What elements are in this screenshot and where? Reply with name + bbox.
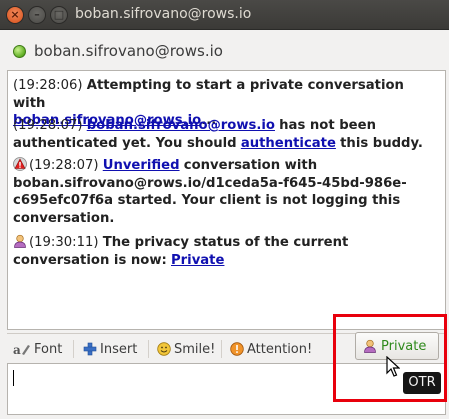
minimize-window-button[interactable]: – <box>28 6 46 24</box>
svg-text:a: a <box>13 343 21 356</box>
private-status-link[interactable]: Private <box>171 253 224 268</box>
online-status-icon <box>13 45 26 58</box>
buddy-name: boban.sifrovano@rows.io <box>34 42 223 60</box>
unverified-link[interactable]: Unverified <box>103 158 180 173</box>
message-timestamp: (19:28:07) <box>29 158 99 173</box>
attention-icon <box>230 342 244 356</box>
message-4: (19:30:11) The privacy status of the cur… <box>13 234 433 269</box>
buddy-header: boban.sifrovano@rows.io <box>0 30 449 68</box>
toolbar-separator <box>73 340 74 358</box>
text-caret <box>13 370 14 386</box>
message-text-end: this buddy. <box>340 135 423 151</box>
message-timestamp: (19:28:07) <box>13 118 83 133</box>
message-timestamp: (19:30:11) <box>29 235 99 250</box>
smile-label: Smile! <box>174 341 216 357</box>
font-button[interactable]: a Font <box>9 339 66 359</box>
close-window-button[interactable]: × <box>6 6 24 24</box>
plus-icon <box>83 342 97 356</box>
insert-button[interactable]: Insert <box>79 339 141 359</box>
smiley-icon <box>157 342 171 356</box>
message-3: (19:28:07) Unverified conversation with … <box>13 157 433 227</box>
authenticate-link[interactable]: authenticate <box>241 136 336 151</box>
window-title: boban.sifrovano@rows.io <box>75 6 252 22</box>
buddy-link[interactable]: boban.sifrovano@rows.io <box>87 118 275 133</box>
attention-button[interactable]: Attention! <box>226 339 316 359</box>
message-2: (19:28:07) boban.sifrovano@rows.io has n… <box>13 117 433 152</box>
warning-icon <box>13 157 27 171</box>
chat-window: × – □ boban.sifrovano@rows.io boban.sifr… <box>0 0 449 419</box>
otr-tooltip: OTR <box>403 372 441 394</box>
mouse-pointer-icon <box>386 356 400 377</box>
maximize-window-button[interactable]: □ <box>50 6 68 24</box>
toolbar-separator <box>221 340 222 358</box>
font-label: Font <box>34 341 63 357</box>
toolbar-separator <box>148 340 149 358</box>
title-bar: × – □ boban.sifrovano@rows.io <box>0 0 449 30</box>
attention-label: Attention! <box>247 341 313 357</box>
conversation-log[interactable]: (19:28:06) Attempting to start a private… <box>7 70 446 330</box>
private-user-icon <box>14 234 26 248</box>
font-icon: a <box>13 343 30 356</box>
message-timestamp: (19:28:06) <box>13 78 83 93</box>
smile-button[interactable]: Smile! <box>153 339 219 359</box>
insert-label: Insert <box>100 341 138 357</box>
